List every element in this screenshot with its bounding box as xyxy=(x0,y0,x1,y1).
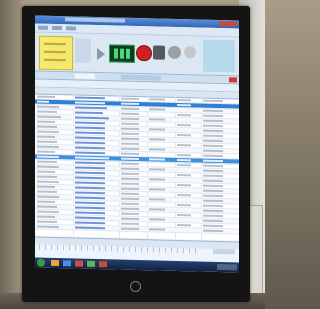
status-line xyxy=(44,42,66,46)
monitor-logo-icon xyxy=(130,281,141,292)
side-panel xyxy=(203,39,235,73)
menu-item[interactable] xyxy=(38,25,48,30)
record-icon[interactable] xyxy=(168,45,181,60)
close-icon[interactable] xyxy=(229,77,237,83)
taskbar-app-icon[interactable] xyxy=(75,260,83,267)
status-line xyxy=(44,58,66,62)
control-toolbar xyxy=(35,32,239,77)
window-title xyxy=(65,17,125,23)
taskbar-app-icon[interactable] xyxy=(87,260,95,267)
circle-icon[interactable] xyxy=(184,46,196,59)
taskbar xyxy=(35,257,239,273)
menu-item[interactable] xyxy=(66,26,76,31)
info-panel xyxy=(75,38,91,63)
tab-active[interactable] xyxy=(75,73,95,79)
pager[interactable] xyxy=(213,248,235,255)
taskbar-app-icon[interactable] xyxy=(63,260,71,267)
taskbar-app-icon[interactable] xyxy=(99,261,107,268)
background-wall-left xyxy=(0,0,22,309)
status-card[interactable] xyxy=(39,35,73,71)
data-grid xyxy=(35,87,239,241)
system-tray[interactable] xyxy=(217,263,237,271)
monitor-screen xyxy=(35,15,239,273)
windows-start-icon[interactable] xyxy=(37,258,45,267)
tab[interactable] xyxy=(121,74,161,81)
taskbar-app-icon[interactable] xyxy=(51,259,59,267)
window-controls[interactable] xyxy=(219,21,237,27)
arrow-right-icon[interactable] xyxy=(97,48,105,61)
device-icon[interactable] xyxy=(153,45,165,60)
menu-item[interactable] xyxy=(52,25,62,31)
counter-display xyxy=(109,44,135,63)
counter-digits xyxy=(114,48,130,59)
status-line xyxy=(44,50,66,54)
monitor xyxy=(22,6,250,302)
stop-icon[interactable] xyxy=(136,44,152,62)
